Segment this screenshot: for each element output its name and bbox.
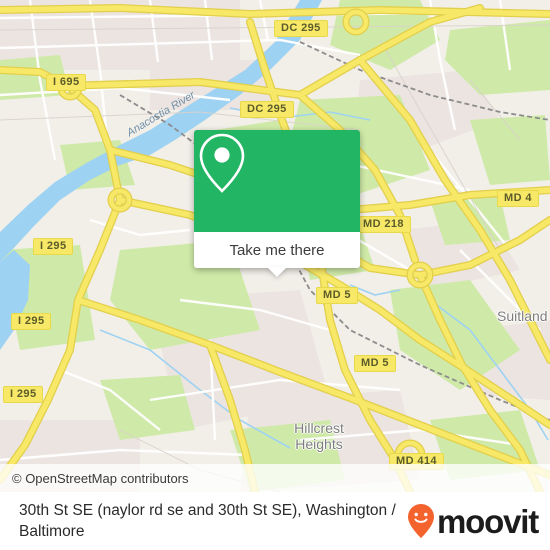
place-label-suitland: Suitland <box>497 308 548 324</box>
road-shield: MD 218 <box>356 216 411 233</box>
map-pin-icon <box>199 133 245 193</box>
popup-pin-area <box>194 130 360 232</box>
road-shield: DC 295 <box>274 20 328 37</box>
location-title: 30th St SE (naylor rd se and 30th St SE)… <box>19 502 396 540</box>
map-screenshot: DC 295 DC 295 I 695 MD 4 MD 218 I 295 I … <box>0 0 550 550</box>
moovit-logo[interactable]: moovit <box>406 503 550 539</box>
take-me-there-label: Take me there <box>229 241 325 259</box>
place-label-line: Hillcrest <box>294 420 344 436</box>
moovit-wordmark: moovit <box>437 502 539 540</box>
road-shield: MD 5 <box>354 355 396 372</box>
road-shield: DC 295 <box>240 101 294 118</box>
bottom-info-bar: 30th St SE (naylor rd se and 30th St SE)… <box>0 492 550 550</box>
moovit-pin-smiley-icon <box>408 504 435 538</box>
road-shield: I 295 <box>3 386 44 403</box>
road-shield: I 695 <box>46 74 87 91</box>
road-shield: I 295 <box>33 238 74 255</box>
map-canvas[interactable]: DC 295 DC 295 I 695 MD 4 MD 218 I 295 I … <box>0 0 550 492</box>
road-shield: MD 5 <box>316 287 358 304</box>
place-label-line: Heights <box>295 436 343 452</box>
place-label-hillcrest-heights: Hillcrest Heights <box>283 420 355 452</box>
map-attribution-bar: © OpenStreetMap contributors <box>0 464 550 492</box>
popup-pointer-tail <box>267 267 287 277</box>
location-popup-card[interactable]: Take me there <box>194 130 360 277</box>
attribution-text[interactable]: © OpenStreetMap contributors <box>0 471 189 486</box>
take-me-there-button[interactable]: Take me there <box>194 232 360 277</box>
road-shield: MD 4 <box>497 190 539 207</box>
road-shield: I 295 <box>11 313 52 330</box>
